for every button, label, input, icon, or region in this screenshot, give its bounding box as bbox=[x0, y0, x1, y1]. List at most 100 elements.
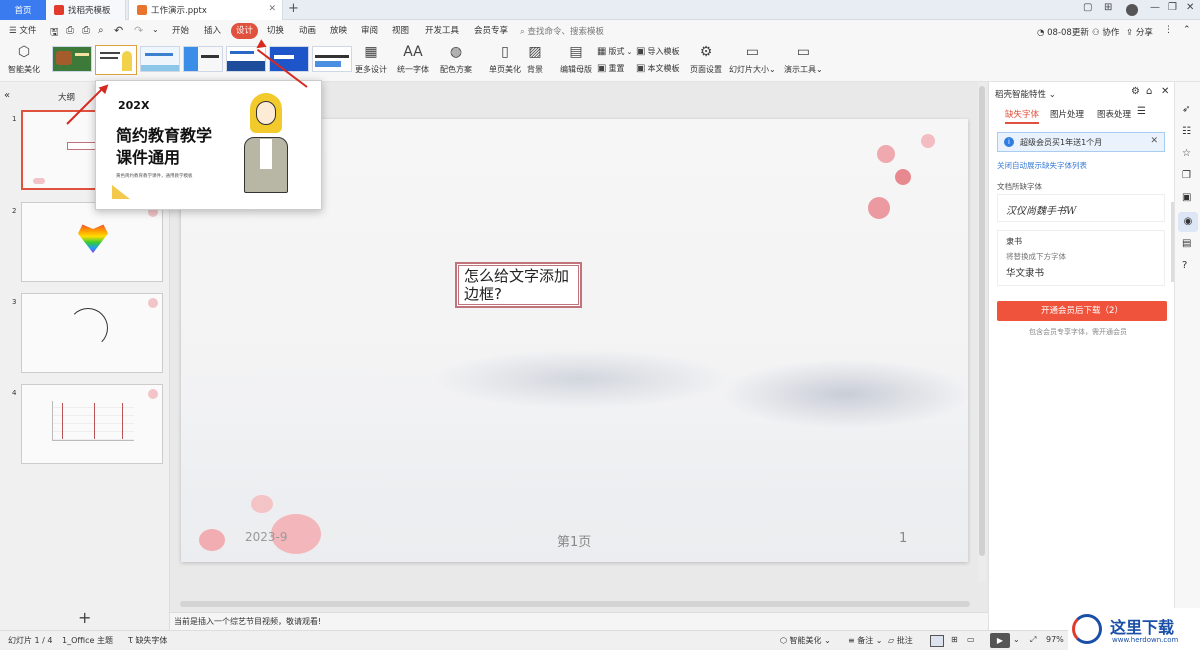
theme-thumb-3[interactable] bbox=[140, 46, 180, 72]
print-icon[interactable]: ⎙ bbox=[82, 25, 90, 36]
close-auto-show-link[interactable]: 关闭自动展示缺失字体列表 bbox=[997, 160, 1087, 171]
slide-text[interactable]: 怎么给文字添加边框? bbox=[458, 265, 579, 305]
copy-icon[interactable]: ❐ bbox=[1182, 170, 1191, 181]
collapse-panel-icon[interactable]: « bbox=[4, 90, 10, 101]
export-pdf-icon[interactable]: ⎙ bbox=[66, 25, 74, 36]
menu-developer[interactable]: 开发工具 bbox=[420, 23, 464, 39]
comments-toggle[interactable]: ▱ 批注 bbox=[888, 635, 913, 646]
slideshow-dropdown-icon[interactable]: ⌄ bbox=[1013, 635, 1020, 644]
new-tab-button[interactable]: + bbox=[288, 1, 299, 16]
star-icon[interactable]: ☆ bbox=[1182, 148, 1191, 159]
save-icon[interactable]: 🖫 bbox=[50, 25, 59, 42]
menu-start[interactable]: 开始 bbox=[167, 23, 194, 39]
tab-image-processing[interactable]: 图片处理 bbox=[1050, 108, 1084, 120]
theme-thumb-4[interactable] bbox=[183, 46, 223, 72]
missing-font-item[interactable]: 隶书 将替换成下方字体 华文隶书 bbox=[997, 230, 1165, 286]
menu-icon[interactable]: ☰ bbox=[1137, 106, 1146, 117]
more-design-button[interactable]: ▦ 更多设计 bbox=[355, 44, 387, 75]
promo-banner[interactable]: i 超级会员买1年送1个月 ✕ bbox=[997, 132, 1165, 152]
restore-icon[interactable]: ❐ bbox=[1168, 2, 1177, 13]
slide-thumb-3[interactable] bbox=[21, 293, 163, 373]
command-search[interactable]: ⌕ 查找命令、搜索模板 bbox=[520, 25, 604, 37]
theme-thumb-2[interactable] bbox=[95, 45, 137, 75]
background-button[interactable]: ▨ 背景 bbox=[527, 44, 543, 75]
help-icon[interactable]: ? bbox=[1182, 260, 1187, 271]
notes-toggle[interactable]: ≡ 备注 ⌄ bbox=[848, 635, 883, 646]
quick-access-dropdown-icon[interactable]: ⌄ bbox=[152, 25, 159, 34]
zoom-level[interactable]: 97% bbox=[1046, 635, 1064, 644]
close-tab-icon[interactable]: ✕ bbox=[268, 4, 276, 14]
slide-thumb-2[interactable] bbox=[21, 202, 163, 282]
tab-document[interactable]: 工作演示.pptx ✕ bbox=[128, 0, 283, 20]
add-slide-button[interactable]: + bbox=[78, 608, 91, 627]
fit-window-icon[interactable]: ⤢ bbox=[1030, 635, 1036, 645]
single-page-beautify-button[interactable]: ▯ 单页美化 bbox=[489, 44, 521, 75]
vertical-scrollbar[interactable] bbox=[978, 82, 986, 582]
slide-size-button[interactable]: ▭ 幻灯片大小⌄ bbox=[729, 44, 776, 75]
download-button[interactable]: 开通会员后下载（2） bbox=[997, 301, 1167, 321]
menu-insert[interactable]: 插入 bbox=[199, 23, 226, 39]
menu-animation[interactable]: 动画 bbox=[294, 23, 321, 39]
tab-home[interactable]: 首页 bbox=[0, 0, 46, 20]
rocket-icon[interactable]: ➶ bbox=[1182, 104, 1190, 115]
book-icon[interactable]: ▤ bbox=[1182, 238, 1191, 249]
file-menu[interactable]: ☰ 文件 bbox=[4, 23, 41, 39]
update-status[interactable]: ◔ 08-08更新 bbox=[1037, 26, 1089, 38]
edit-master-button[interactable]: ▤ 编辑母版 bbox=[560, 44, 592, 75]
bordered-text-box[interactable]: 怎么给文字添加边框? bbox=[455, 262, 582, 308]
share-button[interactable]: ⇪ 分享 bbox=[1126, 26, 1153, 38]
more-icon[interactable]: ⋮ bbox=[1164, 25, 1173, 35]
reset-button[interactable]: ▣ 重置 bbox=[597, 63, 624, 74]
print-preview-icon[interactable]: ⌕ bbox=[98, 25, 104, 36]
image-icon[interactable]: ▣ bbox=[1182, 192, 1191, 203]
presentation-tools-button[interactable]: ▭ 演示工具⌄ bbox=[784, 44, 823, 75]
smart-feature-icon[interactable]: ◉ bbox=[1178, 212, 1198, 232]
tab-chart-processing[interactable]: 图表处理 bbox=[1097, 108, 1131, 120]
unify-font-button[interactable]: AA 统一字体 bbox=[397, 44, 429, 75]
pin-icon[interactable]: ⌂ bbox=[1146, 86, 1152, 97]
minimize-icon[interactable]: — bbox=[1150, 2, 1160, 13]
layout-button[interactable]: ▦ 版式 ⌄ bbox=[597, 46, 632, 57]
theme-thumb-7[interactable] bbox=[312, 46, 352, 72]
smart-beautify-button[interactable]: ⬡ 智能美化 bbox=[8, 44, 40, 75]
window-layout-icon[interactable]: ▢ bbox=[1083, 2, 1092, 13]
theme-thumb-6[interactable] bbox=[269, 46, 309, 72]
normal-view-icon[interactable] bbox=[930, 635, 944, 647]
color-scheme-button[interactable]: ◍ 配色方案 bbox=[440, 44, 472, 75]
undo-icon[interactable]: ↶ bbox=[114, 24, 123, 37]
reading-view-icon[interactable]: ▭ bbox=[967, 635, 975, 644]
grid-view-icon[interactable]: ⊞ bbox=[951, 635, 958, 644]
redo-icon[interactable]: ↷ bbox=[134, 24, 143, 37]
close-window-icon[interactable]: ✕ bbox=[1186, 2, 1194, 13]
missing-font-status[interactable]: Ꚍ 缺失字体 bbox=[128, 635, 167, 646]
panel-title[interactable]: 稻壳智能特性 ⌄ bbox=[995, 88, 1056, 100]
menu-transition[interactable]: 切换 bbox=[262, 23, 289, 39]
smart-beautify-status[interactable]: ⬡ 智能美化 ⌄ bbox=[780, 635, 831, 646]
notes-bar[interactable]: 当前是插入一个综艺节目视频，敬请观看! bbox=[170, 612, 988, 630]
missing-font-item[interactable]: 汉仪尚魏手书W bbox=[997, 194, 1165, 222]
avatar[interactable] bbox=[1126, 4, 1138, 16]
menu-design[interactable]: 设计 bbox=[231, 23, 259, 39]
menu-slideshow[interactable]: 放映 bbox=[325, 23, 352, 39]
theme-thumb-1[interactable] bbox=[52, 46, 92, 72]
tab-docer-templates[interactable]: 找稻壳模板 bbox=[46, 0, 126, 20]
horizontal-scrollbar[interactable] bbox=[180, 601, 970, 607]
import-template-button[interactable]: ▣ 导入模板 bbox=[636, 46, 679, 57]
outline-tab[interactable]: 大纲 bbox=[58, 91, 75, 103]
adjust-icon[interactable]: ☷ bbox=[1182, 126, 1191, 137]
notes-text[interactable]: 当前是插入一个综艺节目视频，敬请观看! bbox=[174, 616, 321, 627]
play-slideshow-button[interactable]: ▶ bbox=[990, 633, 1010, 648]
menu-member[interactable]: 会员专享 bbox=[469, 23, 513, 39]
collapse-ribbon-icon[interactable]: ⌃ bbox=[1183, 25, 1191, 35]
page-setup-button[interactable]: ⚙ 页面设置 bbox=[690, 44, 722, 75]
template-preview-popup[interactable]: 202X 简约教育教学课件通用 黄色简约教育教学课件，通用教学模板 bbox=[95, 80, 322, 210]
menu-view[interactable]: 视图 bbox=[387, 23, 414, 39]
tab-missing-fonts[interactable]: 缺失字体 bbox=[1005, 108, 1039, 120]
close-panel-icon[interactable]: ✕ bbox=[1161, 86, 1169, 97]
this-template-button[interactable]: ▣ 本文模板 bbox=[636, 63, 679, 74]
collab-button[interactable]: ⚇ 协作 bbox=[1092, 26, 1119, 38]
settings-icon[interactable]: ⚙ bbox=[1131, 86, 1140, 97]
slide-thumb-4[interactable] bbox=[21, 384, 163, 464]
grid-icon[interactable]: ⊞ bbox=[1104, 2, 1112, 13]
close-promo-icon[interactable]: ✕ bbox=[1150, 136, 1158, 146]
